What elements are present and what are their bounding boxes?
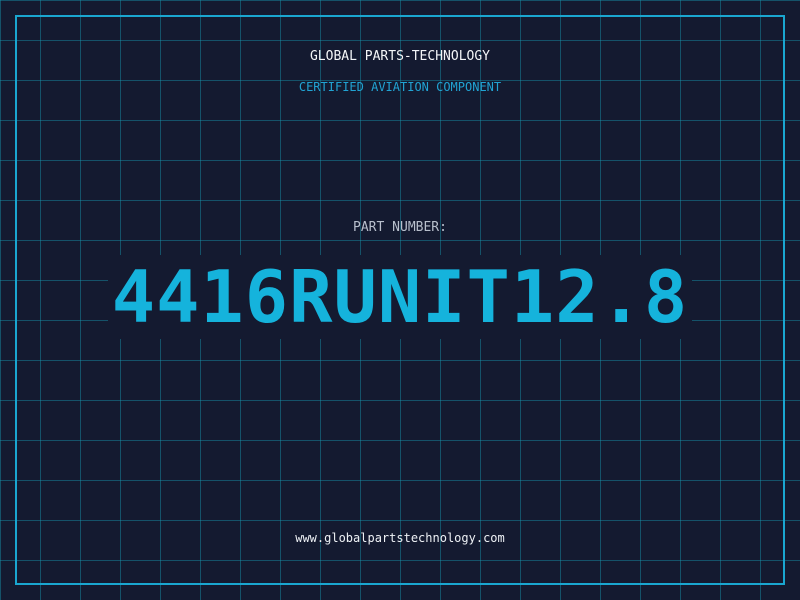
company-title: GLOBAL PARTS-TECHNOLOGY xyxy=(309,49,490,64)
part-number-label: PART NUMBER: xyxy=(353,220,447,235)
website-url: www.globalpartstechnology.com xyxy=(295,531,505,545)
part-number-value: 4416RUNIT12.8 xyxy=(107,255,693,339)
part-number-container: 4416RUNIT12.8 xyxy=(0,255,800,339)
certification-subtitle: CERTIFIED AVIATION COMPONENT xyxy=(298,80,502,94)
